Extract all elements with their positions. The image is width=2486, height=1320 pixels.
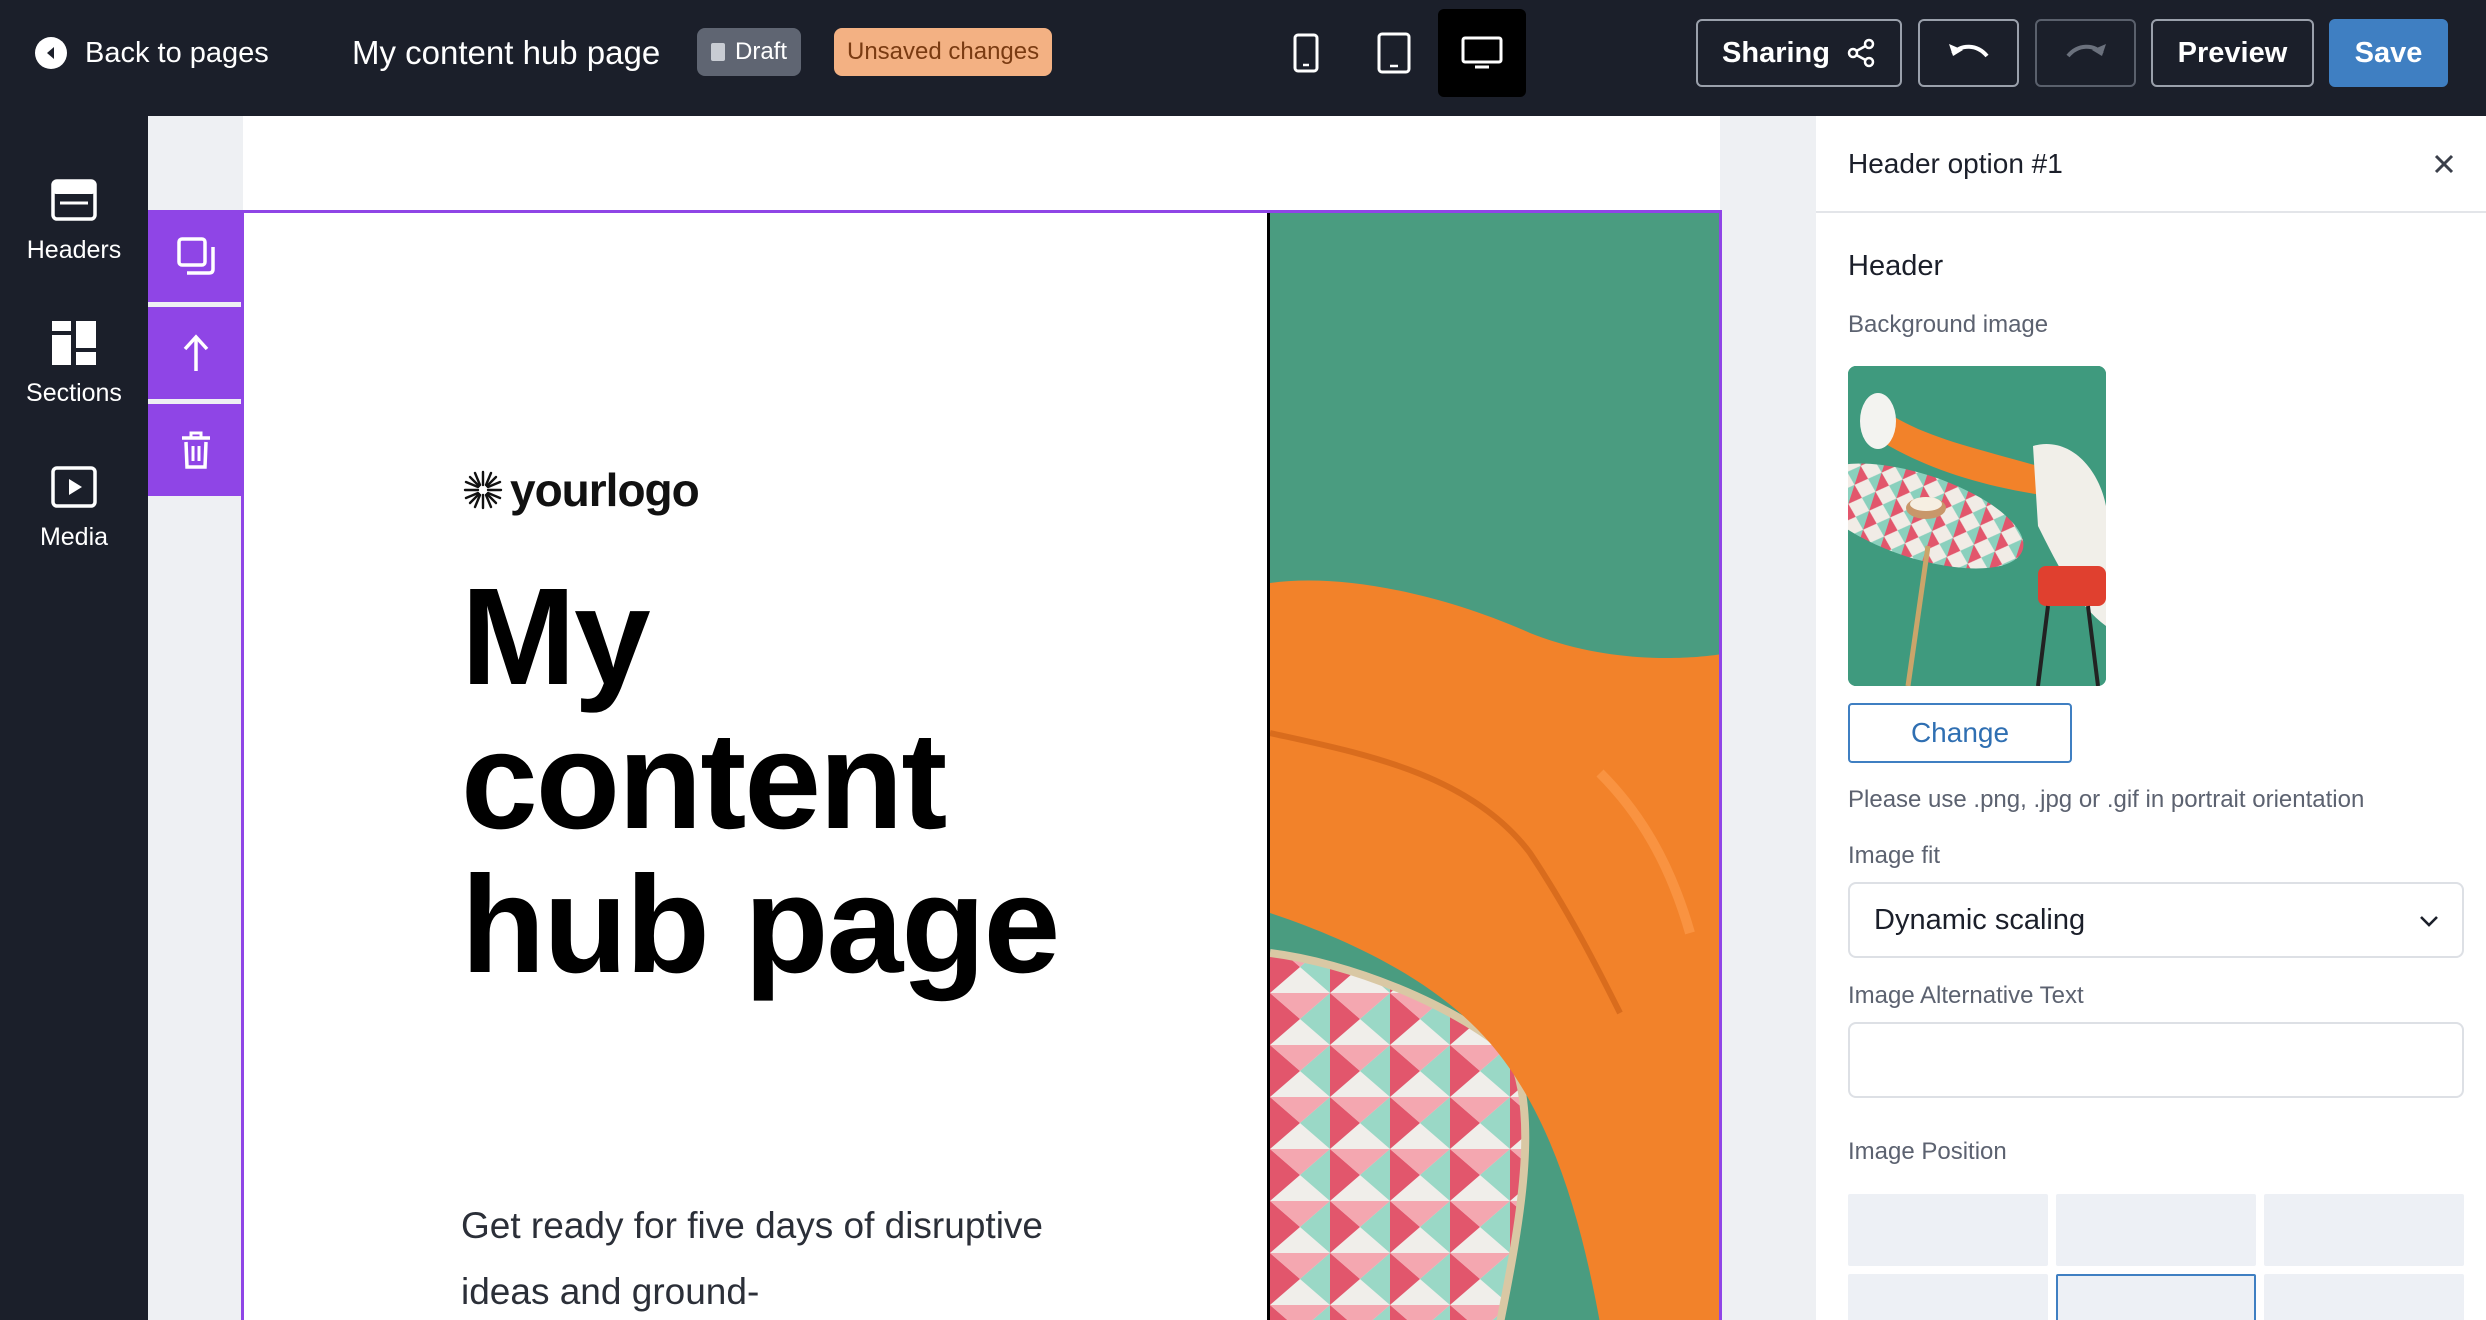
file-format-hint: Please use .png, .jpg or .gif in portrai… [1848, 786, 2365, 813]
position-middle-center[interactable] [2056, 1274, 2256, 1320]
sidebar-item-label: Sections [26, 379, 122, 407]
image-fit-label: Image fit [1848, 842, 1941, 869]
back-label: Back to pages [85, 36, 269, 69]
preview-button[interactable]: Preview [2151, 19, 2314, 87]
trash-icon [181, 431, 210, 469]
chevron-down-icon [2420, 916, 2438, 927]
document-icon [711, 43, 725, 61]
position-middle-left[interactable] [1848, 1274, 2048, 1320]
save-button[interactable]: Save [2329, 19, 2448, 87]
mobile-icon [1293, 33, 1319, 73]
arrow-up-icon [183, 334, 208, 371]
sharing-label: Sharing [1722, 36, 1830, 69]
panel-header: Header option #1 [1816, 116, 2486, 213]
properties-panel: Header option #1 Header Background image [1816, 116, 2486, 1320]
legs-on-table-illustration [1270, 213, 1719, 1320]
close-icon [2434, 154, 2454, 174]
draft-badge: Draft [697, 28, 802, 76]
redo-button[interactable] [2035, 19, 2136, 87]
media-icon [51, 461, 97, 513]
hero-subtitle: Get ready for five days of disruptive id… [461, 1205, 1043, 1312]
duplicate-icon [176, 237, 215, 275]
tablet-icon [1377, 32, 1411, 74]
close-panel-button[interactable] [2426, 146, 2462, 182]
position-middle-right[interactable] [2264, 1274, 2464, 1320]
panel-title: Header option #1 [1848, 148, 2063, 179]
undo-button[interactable] [1918, 19, 2019, 87]
background-image-thumbnail [1848, 366, 2106, 686]
sidebar-item-label: Media [39, 523, 109, 551]
position-top-center[interactable] [2056, 1194, 2256, 1266]
page-title: My content hub page [352, 34, 661, 71]
redo-icon [2065, 44, 2106, 58]
sidebar-item-media[interactable]: Media [0, 461, 148, 552]
thumbnail-image [1848, 366, 2106, 686]
top-bar: Back to pages My content hub page Draft … [0, 0, 2486, 116]
desktop-icon [1461, 36, 1503, 69]
back-to-pages-link[interactable]: Back to pages [35, 30, 269, 76]
change-image-button[interactable]: Change [1848, 703, 2072, 763]
position-top-right[interactable] [2264, 1194, 2464, 1266]
share-icon [1847, 38, 1875, 68]
section-title: Header [1848, 250, 1944, 282]
sharing-button[interactable]: Sharing [1696, 19, 1902, 87]
sidebar-item-label: Headers [26, 236, 122, 264]
back-arrow-icon [35, 37, 67, 69]
header-block-selected[interactable]: yourlogo My content hub page Get ready f… [241, 210, 1722, 1320]
sidebar-item-headers[interactable]: Headers [0, 174, 148, 265]
hero-text-column: yourlogo My content hub page Get ready f… [244, 213, 1268, 1320]
image-fit-value: Dynamic scaling [1874, 903, 2086, 936]
canvas-top-strip [243, 116, 1720, 212]
logo: yourlogo [462, 463, 700, 517]
duplicate-block-button[interactable] [148, 210, 243, 302]
hero-title: My content hub page [461, 560, 1060, 1002]
mobile-view-button[interactable] [1262, 9, 1350, 97]
undo-icon [1948, 44, 1989, 58]
image-position-label: Image Position [1848, 1138, 2007, 1165]
alt-text-label: Image Alternative Text [1848, 982, 2084, 1009]
headers-icon [51, 174, 97, 226]
desktop-view-button[interactable] [1438, 9, 1526, 97]
alt-text-input[interactable] [1848, 1022, 2464, 1098]
left-sidebar: Headers Sections Media [0, 116, 148, 1320]
sections-icon [52, 317, 96, 369]
position-top-left[interactable] [1848, 1194, 2048, 1266]
logo-text: yourlogo [510, 464, 700, 516]
draft-badge-label: Draft [735, 38, 788, 65]
sunburst-logo-icon [463, 470, 503, 510]
tablet-view-button[interactable] [1350, 9, 1438, 97]
background-image-label: Background image [1848, 311, 2049, 338]
hero-background-image [1267, 213, 1719, 1320]
unsaved-changes-badge: Unsaved changes [834, 28, 1053, 76]
delete-block-button[interactable] [148, 404, 243, 496]
sidebar-item-sections[interactable]: Sections [0, 317, 148, 408]
image-fit-select[interactable]: Dynamic scaling [1848, 882, 2464, 958]
move-block-up-button[interactable] [148, 307, 243, 399]
